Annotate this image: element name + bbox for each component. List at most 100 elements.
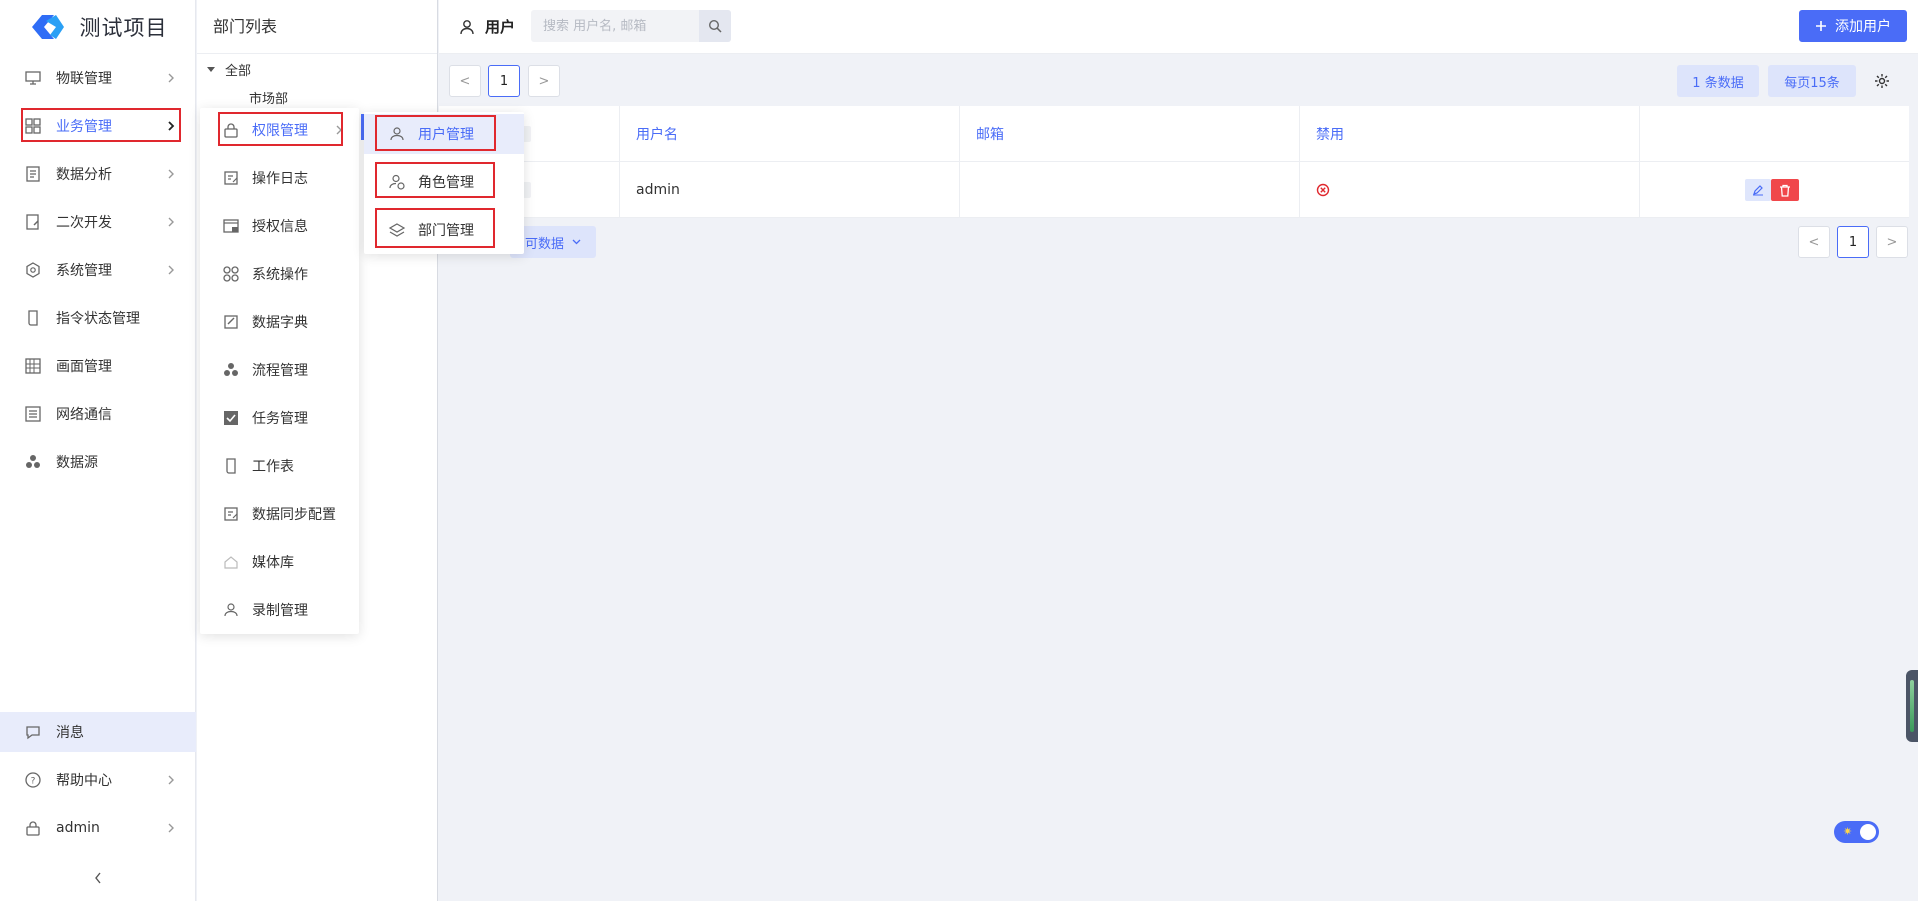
column-header-username[interactable]: 用户名 [620, 106, 960, 162]
user-icon [460, 19, 474, 34]
search-button[interactable] [699, 10, 731, 42]
submenu-item-worksheet[interactable]: 工作表 [200, 446, 359, 486]
hexagon-gear-icon [24, 261, 42, 279]
list-lines-icon [24, 405, 42, 423]
business-submenu: 权限管理 操作日志 授权信息 系统操作 数据字典 流程管理 任务管理 工作表 数… [200, 108, 359, 634]
sidebar-item-network[interactable]: 网络通信 [0, 394, 196, 434]
prev-page-button[interactable]: < [449, 65, 481, 97]
search-input[interactable] [531, 10, 699, 42]
submenu-item-dictionary[interactable]: 数据字典 [200, 302, 359, 342]
role-user-icon [388, 173, 406, 191]
column-header-disabled[interactable]: 禁用 [1300, 106, 1640, 162]
chevron-right-icon [164, 821, 178, 835]
toggle-knob [1860, 824, 1876, 840]
users-group-icon [222, 601, 240, 619]
tree-node-child[interactable]: 市场部 [249, 88, 288, 107]
submenu-item-label: 工作表 [252, 459, 294, 475]
caret-down-icon[interactable] [207, 67, 215, 72]
submenu-item-process[interactable]: 流程管理 [200, 350, 359, 390]
submenu-item-system-ops[interactable]: 系统操作 [200, 254, 359, 294]
sidebar-item-dev[interactable]: 二次开发 [0, 202, 196, 242]
sidebar-item-label: 数据分析 [56, 167, 112, 183]
sidebar-item-business[interactable]: 业务管理 [0, 106, 196, 146]
submenu-item-operation-log[interactable]: 操作日志 [200, 158, 359, 198]
iot-monitor-icon [24, 69, 42, 87]
submenu-item-permissions[interactable]: 权限管理 [200, 110, 359, 150]
question-circle-icon: ? [24, 771, 42, 789]
submenu-item-data-sync[interactable]: 数据同步配置 [200, 494, 359, 534]
permissions-submenu: 用户管理 角色管理 部门管理 [364, 112, 524, 254]
sidebar-item-help[interactable]: ? 帮助中心 [0, 760, 196, 800]
disabled-cell [1300, 162, 1640, 218]
log-edit-icon [222, 169, 240, 187]
column-header-actions [1640, 106, 1909, 162]
trash-icon [1780, 184, 1790, 197]
bottom-page-number-button[interactable]: 1 [1837, 226, 1869, 258]
chat-bubble-icon [24, 723, 42, 741]
x-circle-icon [1316, 183, 1330, 197]
submenu-item-label: 授权信息 [252, 219, 308, 235]
add-user-button[interactable]: 添加用户 [1799, 10, 1907, 42]
scroll-icon [222, 457, 240, 475]
theme-toggle[interactable]: ✷ [1834, 821, 1879, 843]
per-page-select[interactable]: 每页15条 [1768, 65, 1856, 97]
data-dropdown-label: 可数据 [524, 236, 564, 252]
page-number-button[interactable]: 1 [488, 65, 520, 97]
submenu-item-label: 数据字典 [252, 315, 308, 331]
sidebar-item-system[interactable]: 系统管理 [0, 250, 196, 290]
level-indicator [1910, 680, 1914, 732]
submenu-item-authorization[interactable]: 授权信息 [200, 206, 359, 246]
sidebar-item-datasource[interactable]: 数据源 [0, 442, 196, 482]
collapse-sidebar-button[interactable] [88, 868, 108, 888]
edit-button[interactable] [1745, 179, 1771, 201]
sidebar-item-label: 二次开发 [56, 215, 112, 231]
code-edit-icon [24, 213, 42, 231]
submenu-item-department-management[interactable]: 部门管理 [364, 210, 524, 250]
sidebar-item-label: 数据源 [56, 455, 98, 471]
window-auth-icon [222, 217, 240, 235]
sidebar-item-analytics[interactable]: 数据分析 [0, 154, 196, 194]
delete-button[interactable] [1771, 179, 1799, 201]
record-count-badge: 1 条数据 [1677, 65, 1759, 97]
task-check-icon [222, 409, 240, 427]
submenu-item-tasks[interactable]: 任务管理 [200, 398, 359, 438]
lock-icon [24, 819, 42, 837]
table-header-row: 用户名 邮箱 禁用 [439, 106, 1909, 162]
submenu-item-recording[interactable]: 录制管理 [200, 590, 359, 630]
layers-icon [388, 221, 406, 239]
sidebar-item-label: 业务管理 [56, 119, 112, 135]
tree-node-label: 全部 [225, 64, 252, 79]
sidebar-item-label: 指令状态管理 [56, 311, 140, 327]
tree-node-root[interactable]: 全部 [207, 60, 251, 79]
username-cell: admin [620, 162, 960, 218]
submenu-item-label: 操作日志 [252, 171, 308, 187]
sidebar-item-screens[interactable]: 画面管理 [0, 346, 196, 386]
next-page-button[interactable]: > [528, 65, 560, 97]
submenu-item-label: 系统操作 [252, 267, 308, 283]
submenu-item-role-management[interactable]: 角色管理 [364, 162, 524, 202]
sync-edit-icon [222, 505, 240, 523]
add-user-button-label: 添加用户 [1835, 19, 1891, 35]
column-header-email[interactable]: 邮箱 [960, 106, 1300, 162]
svg-text:?: ? [31, 777, 36, 787]
scroll-icon [24, 309, 42, 327]
submenu-item-user-management[interactable]: 用户管理 [364, 114, 524, 154]
chevron-right-icon [335, 123, 343, 139]
submenu-item-media[interactable]: 媒体库 [200, 542, 359, 582]
sidebar-item-account[interactable]: admin [0, 808, 196, 848]
chevron-down-icon [572, 239, 581, 245]
search-icon [708, 19, 722, 33]
email-cell [960, 162, 1300, 218]
chevron-right-icon [164, 119, 178, 133]
lock-icon [222, 121, 240, 139]
chevron-right-icon [164, 71, 178, 85]
gear-icon[interactable] [1873, 72, 1891, 90]
sidebar-item-messages[interactable]: 消息 [0, 712, 196, 752]
bottom-next-page-button[interactable]: > [1876, 226, 1908, 258]
app-logo[interactable]: 测试项目 [0, 0, 195, 54]
sidebar-item-iot[interactable]: 物联管理 [0, 58, 196, 98]
side-drawer-handle[interactable] [1906, 670, 1918, 742]
bottom-prev-page-button[interactable]: < [1798, 226, 1830, 258]
sidebar-item-command-status[interactable]: 指令状态管理 [0, 298, 196, 338]
table-row: admin [439, 162, 1909, 218]
